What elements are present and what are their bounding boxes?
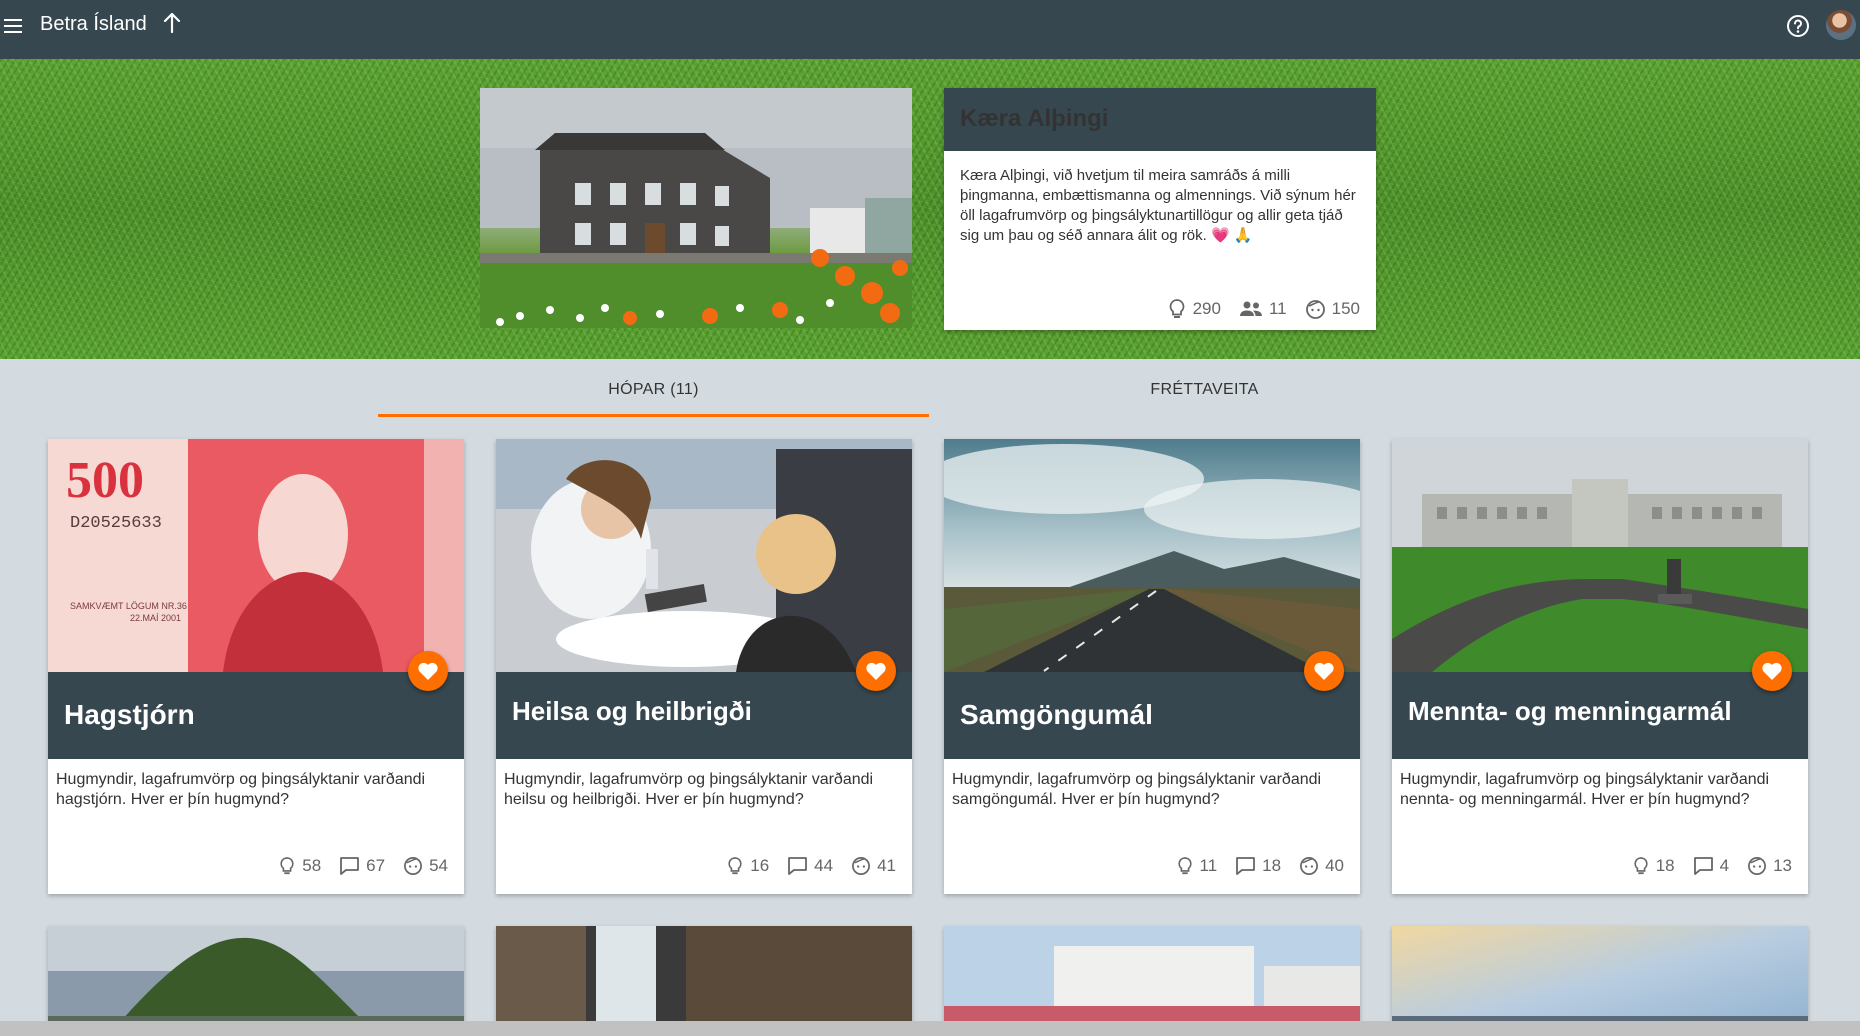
- hero-description: Kæra Alþingi, við hvetjum til meira samr…: [960, 167, 1356, 244]
- comments-count: 4: [1693, 856, 1729, 876]
- ideas-value: 18: [1655, 856, 1675, 875]
- hero-users-value: 150: [1331, 299, 1360, 318]
- comments-value: 18: [1262, 856, 1282, 875]
- group-title[interactable]: Samgöngumál: [960, 699, 1153, 731]
- users-count: 13: [1747, 856, 1792, 876]
- group-description: Hugmyndir, lagafrumvörp og þingsályktani…: [56, 771, 426, 808]
- tab-groups[interactable]: HÓPAR (11): [378, 370, 929, 417]
- comment-icon: [788, 857, 808, 875]
- users-count: 54: [403, 856, 448, 876]
- users-value: 13: [1773, 856, 1792, 875]
- group-image-university: [1392, 439, 1808, 672]
- ideas-count: 11: [1176, 856, 1218, 876]
- face-icon: [404, 857, 423, 875]
- group-title[interactable]: Mennta- og menningarmál: [1408, 695, 1732, 727]
- ideas-count: 16: [726, 856, 769, 876]
- group-card-samgongumal[interactable]: Samgöngumál Hugmyndir, lagafrumvörp og þ…: [944, 439, 1360, 894]
- help-icon[interactable]: [1785, 13, 1811, 39]
- group-title[interactable]: Hagstjórn: [64, 699, 195, 731]
- user-avatar[interactable]: [1826, 10, 1856, 40]
- group-card-hagstjorn[interactable]: 500 D20525633 SAMKVÆMT LÖGUM NR.36 22.MA…: [48, 439, 464, 894]
- group-image-health: [496, 439, 912, 672]
- ideas-count: 18: [1632, 856, 1675, 876]
- comments-count: 44: [787, 856, 833, 876]
- group-title[interactable]: Heilsa og heilbrigði: [512, 695, 752, 727]
- users-value: 40: [1325, 856, 1344, 875]
- heart-icon: [866, 662, 886, 680]
- menu-icon[interactable]: [2, 16, 24, 36]
- group-card-mennta[interactable]: Mennta- og menningarmál Hugmyndir, lagaf…: [1392, 439, 1808, 894]
- tab-bar: HÓPAR (11) FRÉTTAVEITA: [378, 370, 1480, 417]
- face-icon: [1748, 857, 1767, 875]
- ideas-value: 16: [750, 856, 770, 875]
- users-count: 41: [851, 856, 896, 876]
- hero-groups-value: 11: [1268, 299, 1287, 318]
- hero-stats: 290 11 150: [1149, 298, 1360, 320]
- lightbulb-icon: [1169, 299, 1184, 318]
- hero-groups-count: 11: [1239, 299, 1287, 319]
- comments-value: 67: [366, 856, 386, 875]
- svg-text:500: 500: [66, 452, 144, 509]
- hero-users-count: 150: [1305, 299, 1360, 320]
- group-description: Hugmyndir, lagafrumvörp og þingsályktani…: [952, 771, 1322, 808]
- favorite-button[interactable]: [1304, 651, 1344, 691]
- lightbulb-icon: [728, 857, 742, 875]
- group-stats: 16 44 41: [708, 856, 896, 876]
- lightbulb-icon: [1177, 857, 1192, 875]
- group-card-peek-waterfall[interactable]: [496, 926, 912, 1036]
- comments-count: 67: [339, 856, 385, 876]
- heart-icon: [1762, 662, 1782, 680]
- ideas-value: 58: [302, 856, 322, 875]
- group-description: Hugmyndir, lagafrumvörp og þingsályktani…: [504, 771, 874, 808]
- app-header: Betra Ísland: [0, 0, 1860, 59]
- group-card-peek-crowd[interactable]: [944, 926, 1360, 1036]
- comments-count: 18: [1235, 856, 1281, 876]
- group-description: Hugmyndir, lagafrumvörp og þingsályktani…: [1400, 771, 1770, 808]
- hero-info-card: Kæra Alþingi Kæra Alþingi, við hvetjum t…: [944, 88, 1376, 330]
- comment-icon: [1236, 857, 1256, 875]
- ideas-value: 11: [1199, 856, 1218, 875]
- svg-text:D20525633: D20525633: [70, 514, 162, 533]
- people-icon: [1239, 301, 1262, 316]
- lightbulb-icon: [1634, 857, 1648, 875]
- comment-icon: [1693, 857, 1713, 875]
- group-card-heilsa[interactable]: Heilsa og heilbrigði Hugmyndir, lagafrum…: [496, 439, 912, 894]
- hero-image-parliament: [480, 88, 912, 328]
- ideas-count: 58: [278, 856, 321, 876]
- users-value: 41: [877, 856, 896, 875]
- hero-banner: Kæra Alþingi Kæra Alþingi, við hvetjum t…: [0, 59, 1860, 359]
- svg-text:SAMKVÆMT LÖGUM NR.36: SAMKVÆMT LÖGUM NR.36: [70, 601, 187, 611]
- group-stats: 18 4 13: [1614, 856, 1792, 876]
- group-image-banknote: 500 D20525633 SAMKVÆMT LÖGUM NR.36 22.MA…: [48, 439, 464, 672]
- users-count: 40: [1299, 856, 1344, 876]
- group-stats: 58 67 54: [260, 856, 448, 876]
- hero-ideas-count: 290: [1167, 298, 1221, 320]
- lightbulb-icon: [280, 857, 294, 875]
- app-title[interactable]: Betra Ísland: [40, 11, 147, 37]
- group-card-peek-mountain[interactable]: [48, 926, 464, 1036]
- svg-text:22.MAÍ 2001: 22.MAÍ 2001: [130, 613, 181, 623]
- comments-value: 44: [814, 856, 834, 875]
- favorite-button[interactable]: [1752, 651, 1792, 691]
- heart-icon: [418, 662, 438, 680]
- users-value: 54: [429, 856, 448, 875]
- group-image-road: [944, 439, 1360, 672]
- hero-ideas-value: 290: [1192, 299, 1221, 318]
- arrow-up-icon[interactable]: [160, 11, 184, 35]
- favorite-button[interactable]: [856, 651, 896, 691]
- comments-value: 4: [1719, 856, 1730, 875]
- heart-icon: [1314, 662, 1334, 680]
- horizontal-scrollbar[interactable]: [0, 1021, 1860, 1036]
- face-icon: [1300, 857, 1319, 875]
- comment-icon: [340, 857, 360, 875]
- face-icon: [852, 857, 871, 875]
- group-stats: 11 18 40: [1158, 856, 1344, 876]
- face-icon: [1305, 299, 1325, 319]
- favorite-button[interactable]: [408, 651, 448, 691]
- hero-title: Kæra Alþingi: [960, 105, 1109, 132]
- tab-news-feed[interactable]: FRÉTTAVEITA: [929, 370, 1480, 414]
- group-card-peek-sky[interactable]: [1392, 926, 1808, 1036]
